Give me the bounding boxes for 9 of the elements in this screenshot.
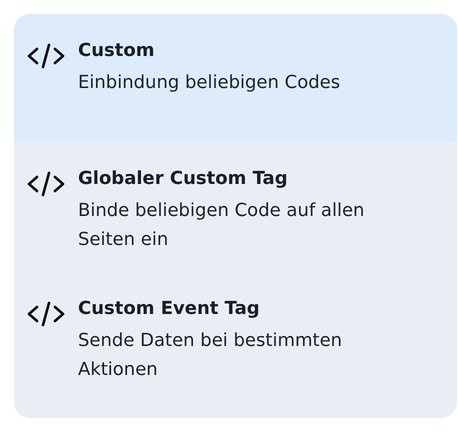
menu-item[interactable]: Globaler Custom Tag Binde beliebigen Code auf allen Seiten ein (14, 142, 457, 272)
item-description: Sende Daten bei bestimmten Aktionen (78, 329, 344, 382)
menu-item[interactable]: Custom Event Tag Sende Daten bei bestimmten Aktionen (14, 272, 457, 402)
item-title: Globaler Custom Tag (78, 167, 289, 191)
item-description: Einbindung beliebigen Codes (78, 71, 342, 95)
item-title: Custom Event Tag (78, 297, 261, 321)
item-description: Binde beliebigen Code auf allen Seiten ein (78, 199, 366, 252)
menu-item[interactable]: Custom Einbindung beliebigen Codes (14, 14, 457, 142)
item-title: Custom (78, 39, 156, 63)
